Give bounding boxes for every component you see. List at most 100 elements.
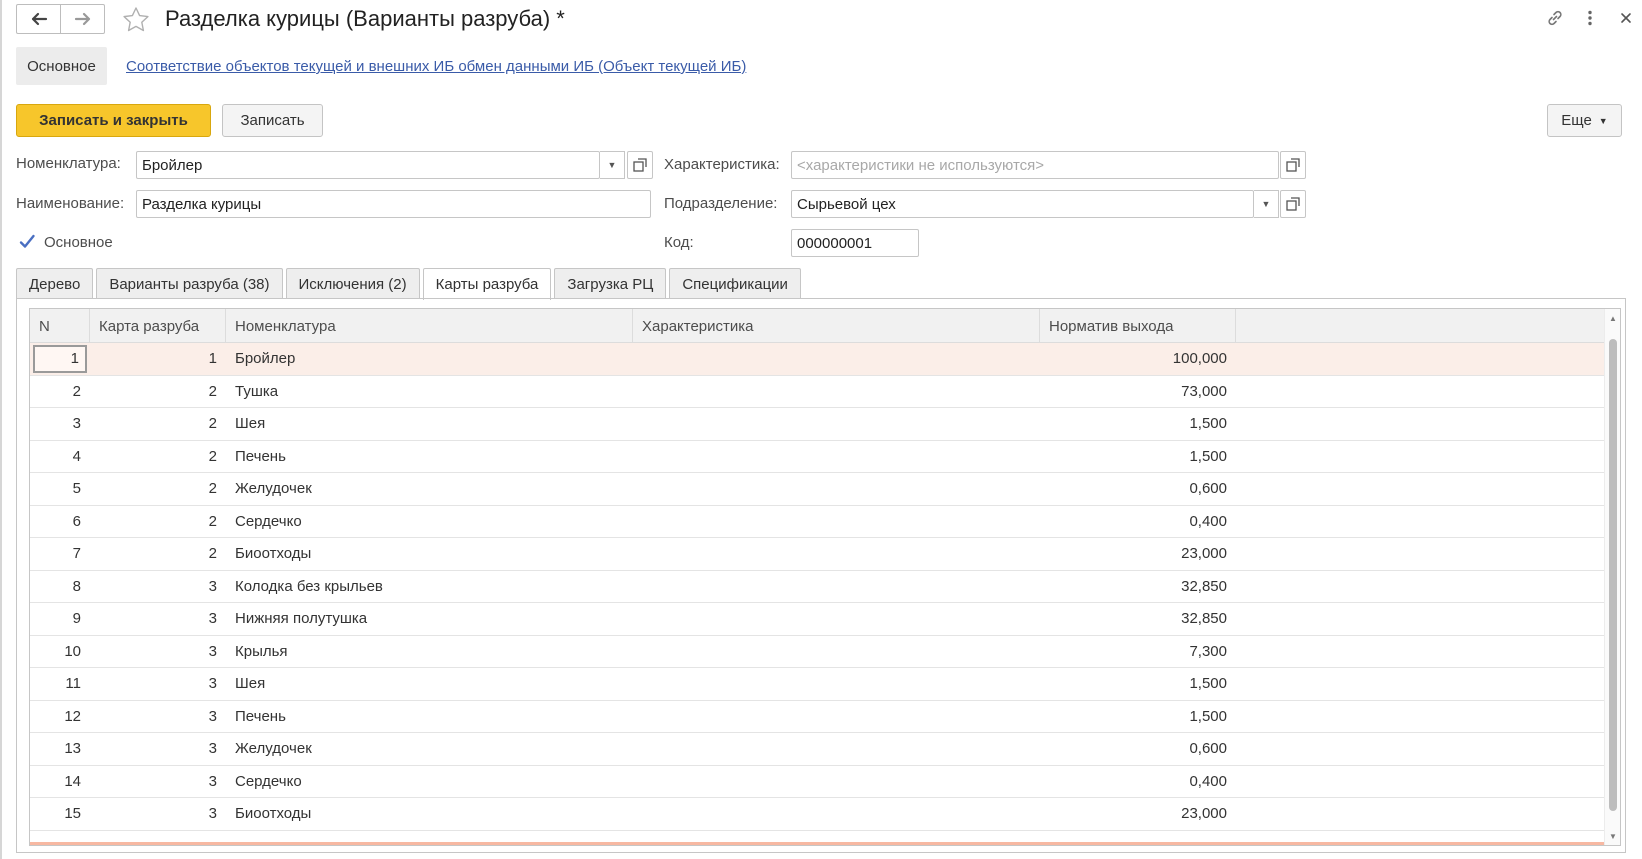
cell-norm[interactable]: 1,500 — [1040, 668, 1236, 700]
cell-card[interactable]: 3 — [90, 603, 226, 635]
department-open-button[interactable] — [1280, 190, 1306, 218]
back-button[interactable] — [17, 5, 60, 33]
tab-cutting-variants[interactable]: Варианты разруба (38) — [96, 268, 283, 299]
cell-n[interactable]: 12 — [30, 701, 90, 733]
department-dropdown-button[interactable]: ▼ — [1254, 190, 1279, 218]
cell-card[interactable]: 3 — [90, 668, 226, 700]
cutting-cards-table[interactable]: N Карта разруба Номенклатура Характерист… — [29, 308, 1621, 846]
table-row[interactable]: 5 2 Желудочек 0,600 — [30, 473, 1605, 506]
cell-norm[interactable]: 7,300 — [1040, 636, 1236, 668]
table-row[interactable]: 12 3 Печень 1,500 — [30, 701, 1605, 733]
cell-characteristic[interactable] — [633, 376, 1040, 408]
cell-characteristic[interactable] — [633, 473, 1040, 505]
column-header-characteristic[interactable]: Характеристика — [633, 309, 1040, 343]
close-button[interactable] — [1614, 6, 1638, 30]
cell-norm[interactable]: 32,850 — [1040, 603, 1236, 635]
cell-norm[interactable]: 73,000 — [1040, 376, 1236, 408]
cell-characteristic[interactable] — [633, 603, 1040, 635]
table-row[interactable]: 13 3 Желудочек 0,600 — [30, 733, 1605, 766]
cell-norm[interactable]: 32,850 — [1040, 571, 1236, 603]
tab-cutting-cards[interactable]: Карты разруба — [422, 268, 552, 300]
table-row[interactable]: 6 2 Сердечко 0,400 — [30, 506, 1605, 538]
table-row[interactable]: 9 3 Нижняя полутушка 32,850 — [30, 603, 1605, 636]
cell-nomenclature[interactable]: Колодка без крыльев — [226, 571, 633, 603]
cell-norm[interactable]: 1,500 — [1040, 441, 1236, 473]
cell-n[interactable]: 7 — [30, 538, 90, 570]
characteristic-open-button[interactable] — [1280, 151, 1306, 179]
cell-n[interactable]: 3 — [30, 408, 90, 440]
scroll-down-icon[interactable]: ▼ — [1605, 829, 1620, 843]
cell-characteristic[interactable] — [633, 701, 1040, 733]
nomenclature-field[interactable]: Бройлер — [136, 151, 600, 179]
cell-nomenclature[interactable]: Печень — [226, 441, 633, 473]
section-mapping-link[interactable]: Соответствие объектов текущей и внешних … — [126, 58, 746, 75]
cell-card[interactable]: 3 — [90, 798, 226, 830]
cell-n[interactable]: 4 — [30, 441, 90, 473]
more-menu-button[interactable] — [1578, 6, 1602, 30]
cell-characteristic[interactable] — [633, 668, 1040, 700]
cell-card[interactable]: 3 — [90, 571, 226, 603]
save-button[interactable]: Записать — [222, 104, 323, 137]
cell-norm[interactable]: 100,000 — [1040, 343, 1236, 375]
tab-rc-load[interactable]: Загрузка РЦ — [554, 268, 667, 299]
department-field[interactable]: Сырьевой цех — [791, 190, 1254, 218]
cell-norm[interactable]: 23,000 — [1040, 798, 1236, 830]
cell-card[interactable]: 3 — [90, 733, 226, 765]
cell-card[interactable]: 3 — [90, 636, 226, 668]
cell-characteristic[interactable] — [633, 571, 1040, 603]
link-button[interactable] — [1543, 6, 1567, 30]
cell-n[interactable]: 5 — [30, 473, 90, 505]
cell-n[interactable]: 6 — [30, 506, 90, 538]
tab-exceptions[interactable]: Исключения (2) — [285, 268, 420, 299]
cell-characteristic[interactable] — [633, 441, 1040, 473]
nomenclature-open-button[interactable] — [627, 151, 653, 179]
cell-characteristic[interactable] — [633, 733, 1040, 765]
cell-n[interactable]: 8 — [30, 571, 90, 603]
main-checkbox[interactable] — [18, 233, 36, 251]
cell-n[interactable]: 10 — [30, 636, 90, 668]
cell-nomenclature[interactable]: Тушка — [226, 376, 633, 408]
cell-card[interactable]: 1 — [90, 343, 226, 375]
cell-nomenclature[interactable]: Крылья — [226, 636, 633, 668]
cell-nomenclature[interactable]: Нижняя полутушка — [226, 603, 633, 635]
table-row[interactable]: 1 1 Бройлер 100,000 — [30, 343, 1605, 376]
table-row[interactable]: 4 2 Печень 1,500 — [30, 441, 1605, 473]
cell-card[interactable]: 2 — [90, 376, 226, 408]
cell-nomenclature[interactable]: Шея — [226, 408, 633, 440]
scrollbar-thumb[interactable] — [1609, 339, 1617, 811]
cell-nomenclature[interactable]: Желудочек — [226, 473, 633, 505]
more-button[interactable]: Еще ▼ — [1547, 104, 1622, 137]
cell-nomenclature[interactable]: Биоотходы — [226, 798, 633, 830]
column-header-nomenclature[interactable]: Номенклатура — [226, 309, 633, 343]
cell-card[interactable]: 2 — [90, 408, 226, 440]
cell-nomenclature[interactable]: Бройлер — [226, 343, 633, 375]
cell-characteristic[interactable] — [633, 343, 1040, 375]
nomenclature-dropdown-button[interactable]: ▼ — [600, 151, 625, 179]
cell-n[interactable]: 11 — [30, 668, 90, 700]
cell-characteristic[interactable] — [633, 506, 1040, 538]
forward-button[interactable] — [60, 5, 104, 33]
favorite-button[interactable] — [121, 5, 151, 33]
cell-nomenclature[interactable]: Желудочек — [226, 733, 633, 765]
tab-tree[interactable]: Дерево — [16, 268, 94, 299]
cell-norm[interactable]: 1,500 — [1040, 701, 1236, 733]
cell-n[interactable]: 14 — [30, 766, 90, 798]
cell-characteristic[interactable] — [633, 798, 1040, 830]
cell-norm[interactable]: 0,400 — [1040, 766, 1236, 798]
cell-nomenclature[interactable]: Шея — [226, 668, 633, 700]
column-header-card[interactable]: Карта разруба — [90, 309, 226, 343]
cell-norm[interactable]: 23,000 — [1040, 538, 1236, 570]
cell-norm[interactable]: 0,600 — [1040, 733, 1236, 765]
cell-nomenclature[interactable]: Печень — [226, 701, 633, 733]
cell-characteristic[interactable] — [633, 408, 1040, 440]
cell-card[interactable]: 3 — [90, 701, 226, 733]
code-field[interactable]: 000000001 — [791, 229, 919, 257]
table-row[interactable]: 7 2 Биоотходы 23,000 — [30, 538, 1605, 571]
cell-card[interactable]: 2 — [90, 538, 226, 570]
cell-characteristic[interactable] — [633, 766, 1040, 798]
characteristic-field[interactable]: <характеристики не используются> — [791, 151, 1279, 179]
table-row[interactable]: 10 3 Крылья 7,300 — [30, 636, 1605, 668]
name-field[interactable]: Разделка курицы — [136, 190, 651, 218]
cell-characteristic[interactable] — [633, 636, 1040, 668]
column-header-n[interactable]: N — [30, 309, 90, 343]
